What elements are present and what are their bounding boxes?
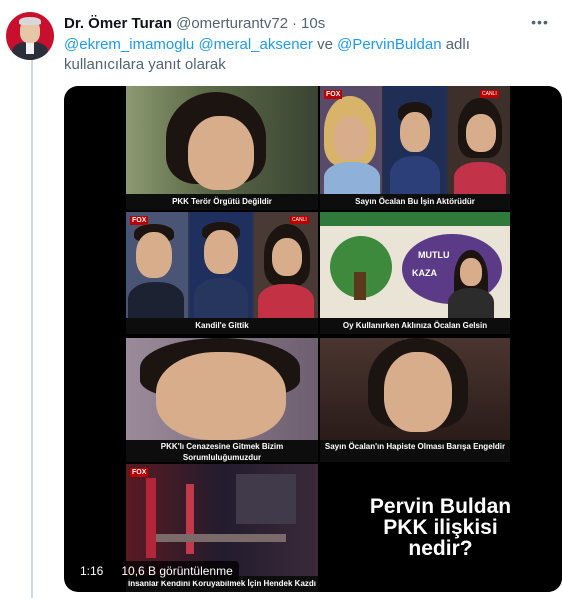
video-panel: Sayın Öcalan'ın Hapiste Olması Barışa En… xyxy=(320,338,510,462)
video-duration: 1:16 xyxy=(74,561,110,581)
panel-caption: Kandil'e Gittik xyxy=(126,318,318,334)
video-title-card: Pervin Buldan PKK ilişkisi nedir? xyxy=(319,464,562,592)
video-panel: PKK Terör Örgütü Değildir xyxy=(126,86,318,210)
channel-logo: FOX xyxy=(130,216,149,225)
tweet-header: Dr. Ömer Turan @omerturantv72 · 10s ••• xyxy=(64,12,550,34)
title-line: PKK ilişkisi xyxy=(383,516,498,539)
avatar[interactable] xyxy=(6,12,54,60)
author-handle[interactable]: @omerturantv72 xyxy=(176,15,288,32)
video-panel: PKK'lı Cenazesine Gitmek Bizim Sorumlulu… xyxy=(126,338,318,462)
video-panel: MUTLU KAZA Oy Kullanırken Aklınıza Öcala… xyxy=(320,212,510,334)
video-panel: FOX CANLI Sayın Öcalan Bu İşin Aktörüdür xyxy=(320,86,510,210)
channel-logo: FOX xyxy=(324,90,343,99)
panel-caption: Sayın Öcalan Bu İşin Aktörüdür xyxy=(320,194,510,210)
avatar-shirt xyxy=(26,42,34,54)
panel-caption: Sayın Öcalan'ın Hapiste Olması Barışa En… xyxy=(320,440,510,462)
live-badge: CANLI xyxy=(480,90,499,98)
title-card-text: Pervin Buldan PKK ilişkisi nedir? xyxy=(319,496,562,559)
video-overlay-bar: 1:16 10,6 B görüntülenme xyxy=(74,560,239,582)
separator-dot: · xyxy=(292,14,298,32)
banner-text: MUTLU xyxy=(418,250,450,260)
reply-connector: ve xyxy=(317,36,333,53)
panel-caption: PKK Terör Örgütü Değildir xyxy=(126,194,318,210)
avatar-hair xyxy=(19,17,41,25)
video-view-count: 10,6 B görüntülenme xyxy=(115,561,239,581)
mention-link[interactable]: @ekrem_imamoglu xyxy=(64,36,194,53)
title-line: nedir? xyxy=(408,537,473,560)
title-line: Pervin Buldan xyxy=(369,495,512,518)
tweet-time[interactable]: 10s xyxy=(301,15,325,32)
panel-caption: Oy Kullanırken Aklınıza Öcalan Gelsin xyxy=(320,318,510,334)
reply-to-line: @ekrem_imamoglu @meral_aksener ve @Pervi… xyxy=(64,35,554,75)
channel-logo: FOX xyxy=(130,468,149,477)
panel-caption: PKK'lı Cenazesine Gitmek Bizim Sorumlulu… xyxy=(126,440,318,462)
video-player[interactable]: PKK Terör Örgütü Değildir FOX CANLI Sayı… xyxy=(64,86,562,592)
mention-link[interactable]: @meral_aksener xyxy=(198,36,312,53)
ellipsis-icon[interactable]: ••• xyxy=(530,14,550,32)
thread-connector-line xyxy=(31,58,33,598)
live-badge: CANLI xyxy=(290,216,309,224)
banner-text: KAZA xyxy=(412,268,437,278)
author-name[interactable]: Dr. Ömer Turan xyxy=(64,15,172,32)
mention-link[interactable]: @PervinBuldan xyxy=(337,36,441,53)
video-panel: FOX CANLI Kandil'e Gittik xyxy=(126,212,318,334)
